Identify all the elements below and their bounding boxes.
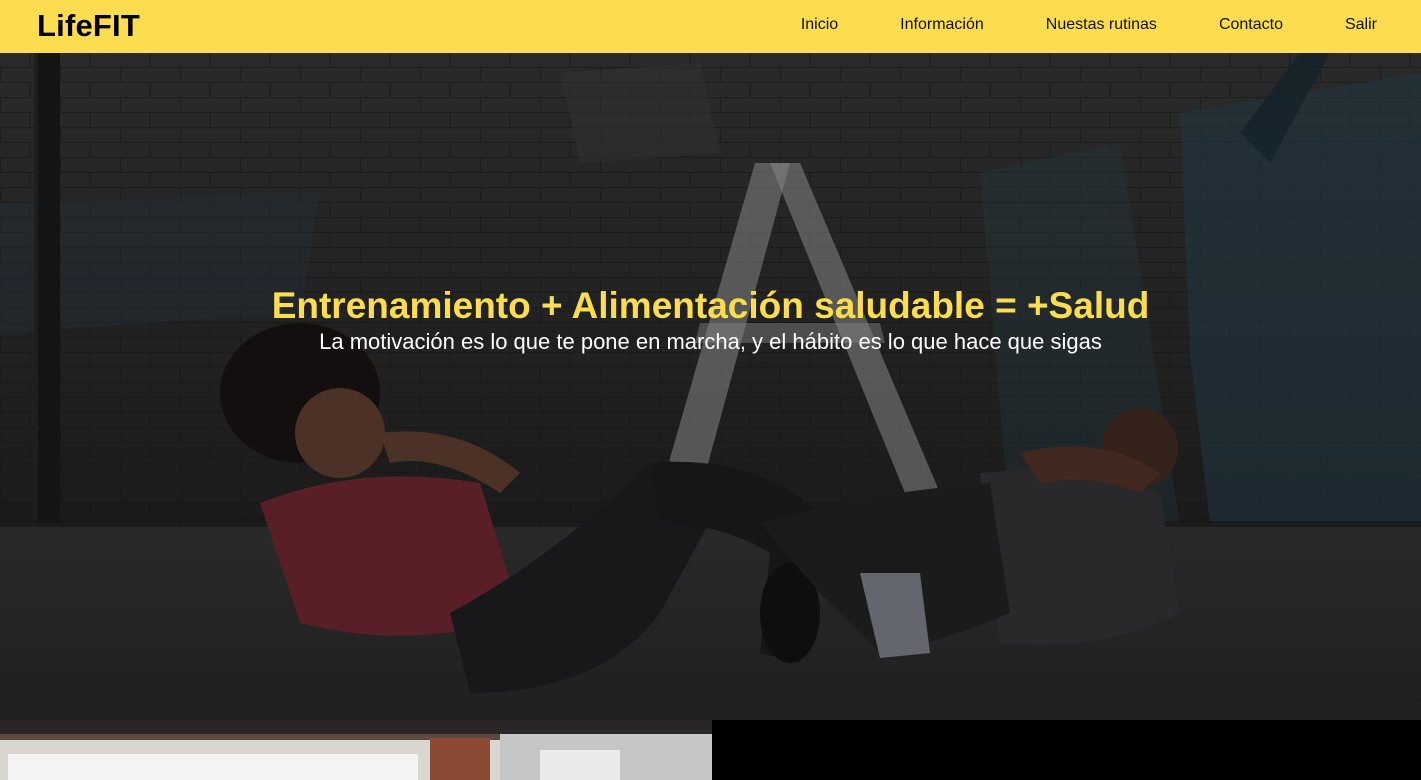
nav-link-inicio[interactable]: Inicio	[801, 16, 838, 33]
nav-link-informacion[interactable]: Información	[900, 16, 984, 33]
nav-item-contacto: Contacto	[1219, 16, 1283, 34]
brand-logo[interactable]: LifeFIT	[37, 8, 140, 44]
main-nav: Inicio Información Nuestas rutinas Conta…	[801, 16, 1377, 34]
nav-link-contacto[interactable]: Contacto	[1219, 16, 1283, 33]
nav-link-rutinas[interactable]: Nuestas rutinas	[1046, 16, 1157, 33]
hero-background-image	[0, 53, 1421, 720]
nav-item-informacion: Información	[900, 16, 984, 34]
nav-item-inicio: Inicio	[801, 16, 838, 34]
gym-photo	[0, 720, 712, 780]
nav-link-salir[interactable]: Salir	[1345, 16, 1377, 33]
hero-title: Entrenamiento + Alimentación saludable =…	[271, 285, 1150, 326]
gym-photo-graphic	[0, 720, 712, 780]
nav-item-rutinas: Nuestas rutinas	[1046, 16, 1157, 34]
nav-item-salir: Salir	[1345, 16, 1377, 34]
hero-text-block: Entrenamiento + Alimentación saludable =…	[0, 285, 1421, 355]
content-section-preview	[0, 720, 1421, 780]
hero-banner: Entrenamiento + Alimentación saludable =…	[0, 53, 1421, 720]
dark-panel	[712, 720, 1421, 780]
top-navbar: LifeFIT Inicio Información Nuestas rutin…	[0, 0, 1421, 53]
hero-subtitle: La motivación es lo que te pone en march…	[319, 329, 1102, 354]
